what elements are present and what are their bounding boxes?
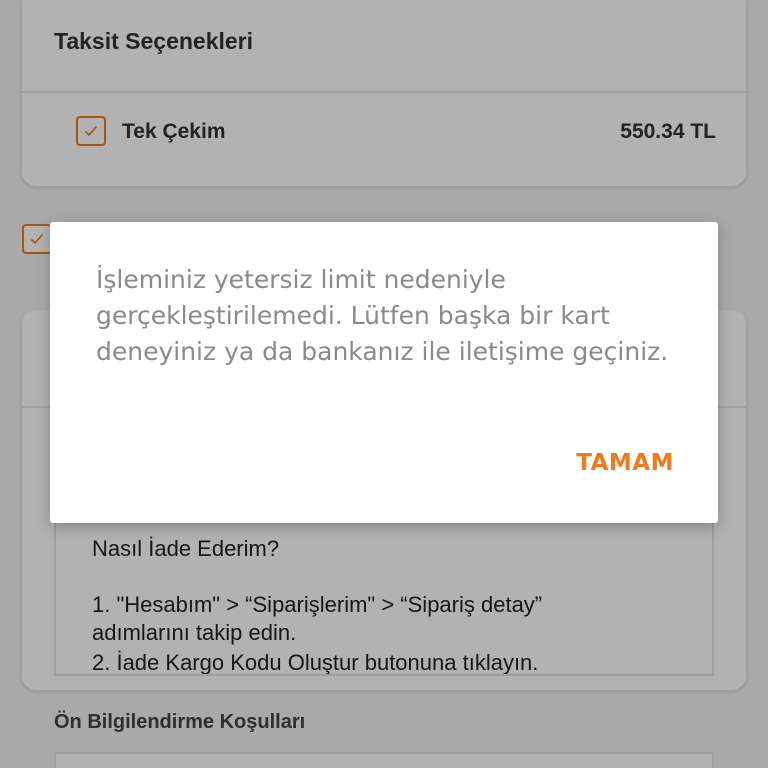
ok-button[interactable]: TAMAM bbox=[576, 450, 674, 476]
error-dialog: İşleminiz yetersiz limit nedeniyle gerçe… bbox=[50, 222, 718, 523]
checkout-page: Taksit Seçenekleri Tek Çekim 550.34 TL N… bbox=[0, 0, 768, 768]
dialog-message: İşleminiz yetersiz limit nedeniyle gerçe… bbox=[96, 265, 669, 366]
